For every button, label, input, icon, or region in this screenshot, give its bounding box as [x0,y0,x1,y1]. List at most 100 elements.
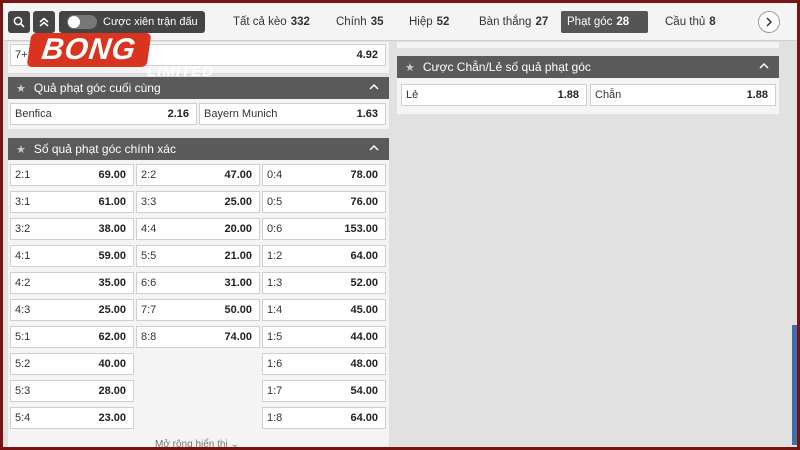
scroll-tabs-right-button[interactable] [758,11,780,33]
parlay-toggle[interactable]: Cược xiên trận đấu [59,11,205,33]
odd-value: 64.00 [350,412,378,424]
score-odd-button[interactable]: 5:2 40.00 [10,353,134,375]
score-odd-button[interactable]: 4:2 35.00 [10,272,134,294]
score-odd-button[interactable]: 1:8 64.00 [262,407,386,429]
odd-label: 7:7 [141,304,157,316]
score-odd-button[interactable]: 7:7 50.00 [136,299,260,321]
odd-value: 52.00 [350,277,378,289]
odd-value: 45.00 [350,304,378,316]
odd-label: Benfica [15,108,52,120]
score-odd-button[interactable]: 3:2 38.00 [10,218,134,240]
odd-label: 1:6 [267,358,283,370]
star-icon[interactable]: ★ [16,82,26,95]
odd-label: 6:6 [141,277,157,289]
odd-value: 20.00 [224,223,252,235]
tab-count: 8 [709,16,716,28]
odd-value: 78.00 [350,169,378,181]
score-odd-button[interactable]: 1:2 64.00 [262,245,386,267]
score-odd-button[interactable]: 0:6 153.00 [262,218,386,240]
odd-label: 2:1 [15,169,31,181]
tab-count: 35 [370,16,384,28]
collapse-all-button[interactable] [33,11,55,33]
score-odd-button[interactable]: 1:3 52.00 [262,272,386,294]
app-frame: Cược xiên trận đấu Tất cả kèo 332 Chính 35… [3,3,797,447]
odd-label: 5:2 [15,358,31,370]
section-title: Cược Chẵn/Lẻ số quả phạt góc [422,60,591,74]
odd-button-even[interactable]: Chẵn 1.88 [590,84,776,106]
odd-label: 0:4 [267,169,283,181]
score-odd-button[interactable]: 1:7 54.00 [262,380,386,402]
odd-value: 59.00 [98,250,126,262]
chevron-up-icon[interactable] [369,141,379,155]
toggle-switch[interactable] [67,15,97,29]
tab-goals[interactable]: Bàn thắng 27 [473,11,554,33]
odd-label: 3:3 [141,196,157,208]
score-odd-button[interactable]: 4:4 20.00 [136,218,260,240]
section-header-last-corner[interactable]: ★ Quả phạt góc cuối cùng [8,77,389,99]
score-odd-button[interactable]: 3:3 25.00 [136,191,260,213]
score-odd-button[interactable]: 4:3 25.00 [10,299,134,321]
odd-value: 64.00 [350,250,378,262]
odd-button-benfica[interactable]: Benfica 2.16 [10,103,197,125]
score-odd-button[interactable]: 0:5 76.00 [262,191,386,213]
score-odd-button[interactable]: 5:1 62.00 [10,326,134,348]
odd-value: 74.00 [224,331,252,343]
score-odd-button[interactable]: 5:4 23.00 [10,407,134,429]
section-header-odd-even[interactable]: ★ Cược Chẵn/Lẻ số quả phạt góc [397,56,779,78]
tab-count: 27 [535,16,549,28]
tab-all-markets[interactable]: Tất cả kèo 332 [227,11,316,33]
score-odd-button[interactable]: 1:4 45.00 [262,299,386,321]
section-body-exact-corners: 2:1 69.00 3:1 61.00 3:2 38.00 4:1 59.00 4:2 35.00… [8,160,389,447]
tab-label: Cầu thủ [665,16,706,28]
odd-value: 69.00 [98,169,126,181]
score-odd-button[interactable]: 4:1 59.00 [10,245,134,267]
odd-label: 5:5 [141,250,157,262]
odd-label: Lẻ [406,89,419,101]
page-scrollbar[interactable] [792,325,797,445]
odd-value: 25.00 [224,196,252,208]
odd-label: 1:8 [267,412,283,424]
tab-count: 28 [616,16,630,28]
show-more-link[interactable]: Mở rộng hiển thị ⌄ [155,439,239,447]
odd-value: 50.00 [224,304,252,316]
show-more-label: Mở rộng hiển thị [155,439,228,447]
odd-label: 4:1 [15,250,31,262]
odd-value: 47.00 [224,169,252,181]
score-odd-button[interactable]: 5:3 28.00 [10,380,134,402]
tab-label: Tất cả kèo [233,16,287,28]
section-title: Quả phạt góc cuối cùng [33,81,161,95]
odd-label: 1:5 [267,331,283,343]
parlay-toggle-label: Cược xiên trận đấu [103,16,198,28]
score-odd-button[interactable]: 2:2 47.00 [136,164,260,186]
score-odd-button[interactable]: 0:4 78.00 [262,164,386,186]
star-icon[interactable]: ★ [16,143,26,156]
score-odd-button[interactable]: 5:5 21.00 [136,245,260,267]
score-odd-button[interactable]: 1:6 48.00 [262,353,386,375]
score-odd-button[interactable]: 3:1 61.00 [10,191,134,213]
search-button[interactable] [8,11,30,33]
score-odd-button[interactable]: 1:5 44.00 [262,326,386,348]
score-odd-button[interactable]: 8:8 74.00 [136,326,260,348]
odd-button-odd[interactable]: Lẻ 1.88 [401,84,587,106]
tab-players[interactable]: Cầu thủ 8 [659,11,722,33]
tab-corners[interactable]: Phạt góc 28 [561,11,648,33]
odd-value: 1.63 [356,108,378,120]
odd-value: 23.00 [98,412,126,424]
chevron-right-icon [766,17,773,27]
odd-button-bayern[interactable]: Bayern Munich 1.63 [199,103,386,125]
double-chevron-up-icon [39,17,49,27]
score-odd-button[interactable]: 2:1 69.00 [10,164,134,186]
odd-value: 153.00 [344,223,378,235]
odd-label: 7+ [15,49,28,61]
tab-half[interactable]: Hiệp 52 [403,11,455,33]
odd-label: 4:4 [141,223,157,235]
star-icon[interactable]: ★ [405,61,415,74]
odd-value: 54.00 [350,385,378,397]
tab-main[interactable]: Chính 35 [330,11,389,33]
section-header-exact-corners[interactable]: ★ Số quả phạt góc chính xác [8,138,389,160]
odd-label: Bayern Munich [204,108,278,120]
odd-value: 28.00 [98,385,126,397]
score-odd-button[interactable]: 6:6 31.00 [136,272,260,294]
chevron-up-icon[interactable] [759,59,769,73]
chevron-up-icon[interactable] [369,80,379,94]
